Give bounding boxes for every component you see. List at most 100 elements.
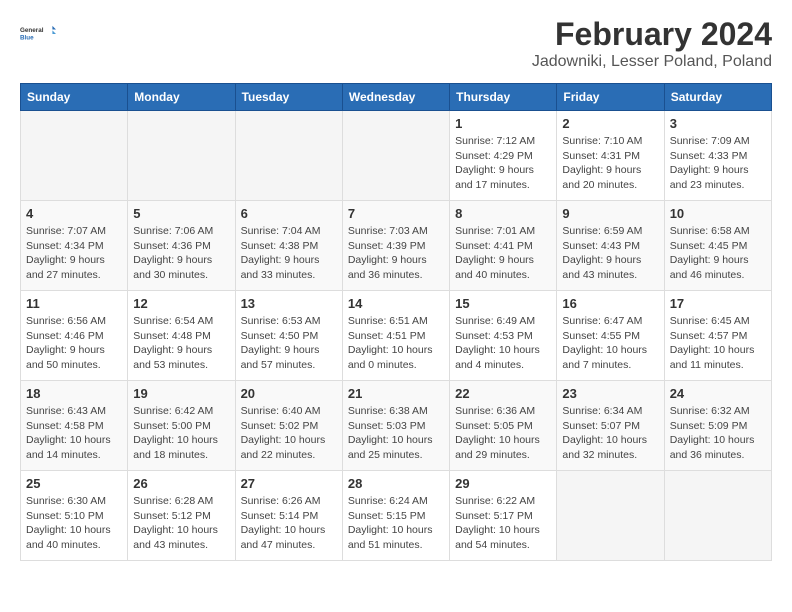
calendar-cell: 26 Sunrise: 6:28 AM Sunset: 5:12 PM Dayli… — [128, 471, 235, 561]
title-section: February 2024 Jadowniki, Lesser Poland, … — [532, 16, 772, 71]
header-row: SundayMondayTuesdayWednesdayThursdayFrid… — [21, 84, 772, 111]
calendar-cell: 10 Sunrise: 6:58 AM Sunset: 4:45 PM Dayli… — [664, 201, 771, 291]
cell-info: Sunrise: 7:06 AM Sunset: 4:36 PM Dayligh… — [133, 224, 229, 283]
cell-day-number: 14 — [348, 296, 444, 311]
cell-info: Sunrise: 6:47 AM Sunset: 4:55 PM Dayligh… — [562, 314, 658, 373]
calendar-row-2: 11 Sunrise: 6:56 AM Sunset: 4:46 PM Dayli… — [21, 291, 772, 381]
svg-text:General: General — [20, 27, 44, 34]
cell-day-number: 17 — [670, 296, 766, 311]
calendar-cell — [664, 471, 771, 561]
header-cell-tuesday: Tuesday — [235, 84, 342, 111]
cell-info: Sunrise: 7:04 AM Sunset: 4:38 PM Dayligh… — [241, 224, 337, 283]
calendar-cell: 20 Sunrise: 6:40 AM Sunset: 5:02 PM Dayli… — [235, 381, 342, 471]
cell-day-number: 23 — [562, 386, 658, 401]
cell-day-number: 20 — [241, 386, 337, 401]
calendar-cell — [235, 111, 342, 201]
cell-info: Sunrise: 6:53 AM Sunset: 4:50 PM Dayligh… — [241, 314, 337, 373]
cell-info: Sunrise: 6:22 AM Sunset: 5:17 PM Dayligh… — [455, 494, 551, 553]
header-cell-thursday: Thursday — [450, 84, 557, 111]
calendar-cell: 18Sunrise: 6:43 AM Sunset: 4:58 PM Dayli… — [21, 381, 128, 471]
cell-day-number: 22 — [455, 386, 551, 401]
calendar-cell: 3Sunrise: 7:09 AM Sunset: 4:33 PM Daylig… — [664, 111, 771, 201]
cell-day-number: 11 — [26, 296, 122, 311]
cell-info: Sunrise: 7:12 AM Sunset: 4:29 PM Dayligh… — [455, 134, 551, 193]
calendar-cell: 28Sunrise: 6:24 AM Sunset: 5:15 PM Dayli… — [342, 471, 449, 561]
calendar-cell: 7 Sunrise: 7:03 AM Sunset: 4:39 PM Daylig… — [342, 201, 449, 291]
header: General Blue February 2024 Jadowniki, Le… — [20, 16, 772, 71]
header-cell-wednesday: Wednesday — [342, 84, 449, 111]
cell-day-number: 25 — [26, 476, 122, 491]
cell-day-number: 24 — [670, 386, 766, 401]
cell-info: Sunrise: 6:32 AM Sunset: 5:09 PM Dayligh… — [670, 404, 766, 463]
calendar-cell: 17 Sunrise: 6:45 AM Sunset: 4:57 PM Dayli… — [664, 291, 771, 381]
cell-info: Sunrise: 7:03 AM Sunset: 4:39 PM Dayligh… — [348, 224, 444, 283]
cell-info: Sunrise: 6:28 AM Sunset: 5:12 PM Dayligh… — [133, 494, 229, 553]
cell-day-number: 16 — [562, 296, 658, 311]
cell-info: Sunrise: 6:36 AM Sunset: 5:05 PM Dayligh… — [455, 404, 551, 463]
calendar-row-0: 1 Sunrise: 7:12 AM Sunset: 4:29 PM Daylig… — [21, 111, 772, 201]
cell-info: Sunrise: 7:01 AM Sunset: 4:41 PM Dayligh… — [455, 224, 551, 283]
calendar-cell: 14 Sunrise: 6:51 AM Sunset: 4:51 PM Dayli… — [342, 291, 449, 381]
cell-info: Sunrise: 6:45 AM Sunset: 4:57 PM Dayligh… — [670, 314, 766, 373]
cell-info: Sunrise: 6:58 AM Sunset: 4:45 PM Dayligh… — [670, 224, 766, 283]
cell-info: Sunrise: 6:40 AM Sunset: 5:02 PM Dayligh… — [241, 404, 337, 463]
logo: General Blue — [20, 16, 56, 52]
cell-info: Sunrise: 6:42 AM Sunset: 5:00 PM Dayligh… — [133, 404, 229, 463]
svg-text:Blue: Blue — [20, 34, 34, 41]
cell-day-number: 13 — [241, 296, 337, 311]
calendar-cell: 25 Sunrise: 6:30 AM Sunset: 5:10 PM Dayli… — [21, 471, 128, 561]
calendar-cell: 6 Sunrise: 7:04 AM Sunset: 4:38 PM Daylig… — [235, 201, 342, 291]
cell-day-number: 26 — [133, 476, 229, 491]
calendar-cell — [21, 111, 128, 201]
cell-day-number: 18 — [26, 386, 122, 401]
cell-info: Sunrise: 6:51 AM Sunset: 4:51 PM Dayligh… — [348, 314, 444, 373]
calendar-cell: 19 Sunrise: 6:42 AM Sunset: 5:00 PM Dayli… — [128, 381, 235, 471]
cell-info: Sunrise: 6:54 AM Sunset: 4:48 PM Dayligh… — [133, 314, 229, 373]
cell-day-number: 15 — [455, 296, 551, 311]
cell-info: Sunrise: 6:56 AM Sunset: 4:46 PM Dayligh… — [26, 314, 122, 373]
calendar-cell: 11 Sunrise: 6:56 AM Sunset: 4:46 PM Dayli… — [21, 291, 128, 381]
cell-info: Sunrise: 6:34 AM Sunset: 5:07 PM Dayligh… — [562, 404, 658, 463]
cell-day-number: 4 — [26, 206, 122, 221]
cell-day-number: 3 — [670, 116, 766, 131]
calendar-cell: 29Sunrise: 6:22 AM Sunset: 5:17 PM Dayli… — [450, 471, 557, 561]
cell-day-number: 19 — [133, 386, 229, 401]
calendar-row-1: 4 Sunrise: 7:07 AM Sunset: 4:34 PM Daylig… — [21, 201, 772, 291]
header-cell-friday: Friday — [557, 84, 664, 111]
cell-info: Sunrise: 6:38 AM Sunset: 5:03 PM Dayligh… — [348, 404, 444, 463]
calendar-cell: 12 Sunrise: 6:54 AM Sunset: 4:48 PM Dayli… — [128, 291, 235, 381]
calendar-cell: 13 Sunrise: 6:53 AM Sunset: 4:50 PM Dayli… — [235, 291, 342, 381]
calendar-cell: 24 Sunrise: 6:32 AM Sunset: 5:09 PM Dayli… — [664, 381, 771, 471]
calendar-cell: 27 Sunrise: 6:26 AM Sunset: 5:14 PM Dayli… — [235, 471, 342, 561]
calendar-cell — [342, 111, 449, 201]
calendar-cell: 16 Sunrise: 6:47 AM Sunset: 4:55 PM Dayli… — [557, 291, 664, 381]
cell-day-number: 10 — [670, 206, 766, 221]
calendar-cell — [557, 471, 664, 561]
cell-day-number: 8 — [455, 206, 551, 221]
header-cell-monday: Monday — [128, 84, 235, 111]
calendar-cell: 2Sunrise: 7:10 AM Sunset: 4:31 PM Daylig… — [557, 111, 664, 201]
cell-day-number: 9 — [562, 206, 658, 221]
cell-info: Sunrise: 6:59 AM Sunset: 4:43 PM Dayligh… — [562, 224, 658, 283]
calendar-cell: 8 Sunrise: 7:01 AM Sunset: 4:41 PM Daylig… — [450, 201, 557, 291]
calendar-cell: 9 Sunrise: 6:59 AM Sunset: 4:43 PM Daylig… — [557, 201, 664, 291]
cell-info: Sunrise: 6:49 AM Sunset: 4:53 PM Dayligh… — [455, 314, 551, 373]
cell-info: Sunrise: 6:30 AM Sunset: 5:10 PM Dayligh… — [26, 494, 122, 553]
cell-info: Sunrise: 6:26 AM Sunset: 5:14 PM Dayligh… — [241, 494, 337, 553]
calendar-cell: 23 Sunrise: 6:34 AM Sunset: 5:07 PM Dayli… — [557, 381, 664, 471]
cell-day-number: 7 — [348, 206, 444, 221]
cell-day-number: 12 — [133, 296, 229, 311]
cell-day-number: 1 — [455, 116, 551, 131]
calendar-row-3: 18Sunrise: 6:43 AM Sunset: 4:58 PM Dayli… — [21, 381, 772, 471]
cell-day-number: 2 — [562, 116, 658, 131]
logo-svg: General Blue — [20, 16, 56, 52]
calendar-cell: 1 Sunrise: 7:12 AM Sunset: 4:29 PM Daylig… — [450, 111, 557, 201]
cell-info: Sunrise: 7:07 AM Sunset: 4:34 PM Dayligh… — [26, 224, 122, 283]
cell-day-number: 27 — [241, 476, 337, 491]
header-cell-saturday: Saturday — [664, 84, 771, 111]
cell-day-number: 21 — [348, 386, 444, 401]
calendar-cell: 4 Sunrise: 7:07 AM Sunset: 4:34 PM Daylig… — [21, 201, 128, 291]
cell-day-number: 5 — [133, 206, 229, 221]
cell-day-number: 6 — [241, 206, 337, 221]
sub-title: Jadowniki, Lesser Poland, Poland — [532, 53, 772, 71]
